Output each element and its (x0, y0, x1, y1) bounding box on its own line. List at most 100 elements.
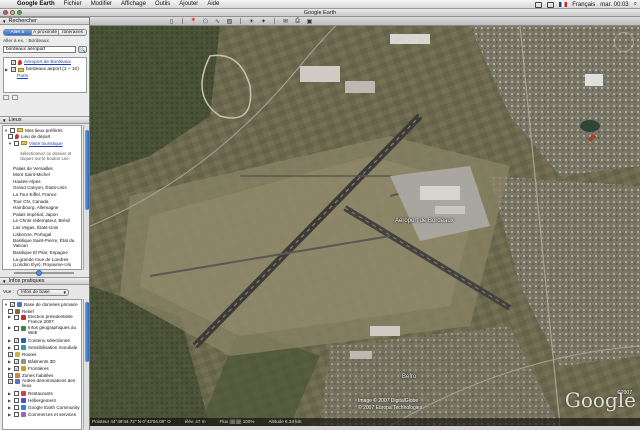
places-item[interactable]: Grand Canyon, États-Unis (4, 185, 80, 192)
expand-triangle-icon[interactable]: ▶ (5, 67, 9, 72)
result-row[interactable]: Paris (5, 73, 85, 80)
layer-label[interactable]: Infos géographiques du Web (28, 326, 80, 336)
layer-label[interactable]: Contenu sélectionné (28, 338, 70, 343)
places-panel-header[interactable]: ▼ Lieux (0, 116, 89, 124)
layer-checkbox[interactable]: ✓ (8, 379, 13, 384)
sun-icon[interactable]: ☀ (248, 18, 255, 25)
result-row[interactable]: ✓ Aéroport de Bordeaux (5, 59, 85, 66)
layers-scrollbar[interactable] (83, 299, 89, 430)
slider-knob[interactable] (36, 270, 42, 276)
layer-label[interactable]: Routes (22, 352, 37, 357)
layer-label[interactable]: Base de données primaire (24, 302, 78, 307)
print-icon[interactable]: ⎙ (294, 18, 301, 24)
layer-label[interactable]: Zones habitées (22, 373, 53, 378)
places-item[interactable]: Basilique El Pilar, Espagne (4, 249, 80, 256)
polygon-icon[interactable]: ⬠ (202, 18, 209, 25)
airport-label[interactable]: Aéroport de Bordeaux (395, 218, 454, 224)
menu-outils[interactable]: Outils (155, 1, 170, 7)
layer-checkbox[interactable] (14, 398, 19, 403)
layer-item[interactable]: ▶ Sensibilisation mondiale (4, 344, 80, 351)
menu-affichage[interactable]: Affichage (121, 1, 146, 7)
places-item[interactable]: Palais impérial, Japon (4, 211, 80, 218)
place-label[interactable]: Basilique El Pilar, Espagne (13, 250, 68, 255)
places-item[interactable]: Lisbonne, Portugal (4, 231, 80, 238)
battery-icon[interactable] (535, 1, 543, 8)
places-item[interactable]: La Tour Eiffel, France (4, 191, 80, 198)
search-input[interactable] (3, 46, 76, 53)
clear-results-button[interactable] (3, 95, 9, 100)
place-label[interactable]: Lisbonne, Portugal (13, 232, 51, 237)
layer-checkbox[interactable] (14, 391, 19, 396)
layer-item[interactable]: Relief (4, 308, 80, 315)
layer-checkbox[interactable] (14, 326, 19, 331)
places-item[interactable]: Mont Saint-Michel (4, 171, 80, 178)
layer-checkbox[interactable] (14, 315, 19, 320)
expand-triangle-icon[interactable]: ▼ (4, 128, 8, 133)
app-menu[interactable]: Google Earth (17, 1, 55, 7)
scrollbar-thumb[interactable] (85, 302, 89, 362)
expand-triangle-icon[interactable]: ▶ (8, 398, 12, 403)
flag-icon[interactable] (559, 2, 568, 7)
placemark-icon[interactable]: 📍 (190, 18, 197, 25)
tab-goto[interactable]: Aller à (4, 30, 32, 35)
place-label[interactable]: Le Christ rédempteur, Brésil (13, 218, 70, 223)
result-label[interactable]: Paris (17, 74, 28, 79)
collapse-triangle-icon[interactable]: ▼ (2, 279, 6, 284)
google-maps-icon[interactable]: ▣ (306, 18, 313, 25)
volume-icon[interactable] (547, 1, 555, 8)
result-label[interactable]: Aéroport de Bordeaux (24, 60, 71, 65)
layer-item[interactable]: ▶ Google Earth Community (4, 404, 80, 411)
layer-checkbox[interactable] (8, 309, 13, 314)
layer-label[interactable]: Autres dénominations des lieux (22, 379, 80, 389)
layer-checkbox[interactable]: ✓ (14, 338, 19, 343)
result-checkbox[interactable]: ✓ (11, 67, 16, 72)
places-item[interactable]: ▼ Mes lieux préférés (4, 127, 80, 134)
layer-label[interactable]: Élection présidentielle France 2007 (28, 315, 80, 325)
expand-triangle-icon[interactable]: ▼ (8, 141, 12, 146)
layer-label[interactable]: Relief (22, 309, 34, 314)
place-label[interactable]: Palais de Versailles (13, 166, 53, 171)
places-item[interactable]: La grande roue de Londres (London Eye), … (4, 256, 80, 268)
layer-checkbox[interactable] (14, 412, 19, 417)
place-label[interactable]: Palais impérial, Japon (13, 212, 58, 217)
menu-fichier[interactable]: Fichier (64, 1, 82, 7)
place-label[interactable]: Tour CN, Canada (13, 199, 49, 204)
place-label[interactable]: Mont Saint-Michel (13, 172, 50, 177)
place-label[interactable]: Mes lieux préférés (25, 128, 63, 133)
collapse-triangle-icon[interactable]: ▼ (2, 118, 6, 123)
sidebar-toggle-icon[interactable]: ▯ (168, 18, 175, 25)
layer-item[interactable]: ▶ Commerces et services (4, 411, 80, 418)
layer-label[interactable]: Frontières (28, 366, 49, 371)
email-icon[interactable]: ✉ (282, 18, 289, 25)
menu-ajouter[interactable]: Ajouter (179, 1, 198, 7)
layer-item[interactable]: ▶ Hébergement (4, 397, 80, 404)
result-row[interactable]: ▶ ✓ bordeaux airport (1 – 10) (5, 66, 85, 73)
place-label[interactable]: Lieu de départ (21, 134, 50, 139)
search-panel-header[interactable]: ▼ Rechercher (0, 17, 89, 25)
expand-triangle-icon[interactable]: ▶ (8, 405, 12, 410)
result-checkbox[interactable]: ✓ (11, 60, 16, 65)
layer-item[interactable]: ✓ Zones habitées (4, 372, 80, 379)
expand-triangle-icon[interactable]: ▼ (4, 302, 8, 307)
result-label[interactable]: bordeaux airport (1 – 10) (26, 67, 79, 72)
layer-checkbox[interactable]: ✓ (14, 366, 19, 371)
layer-label[interactable]: Restaurants (28, 391, 53, 396)
expand-triangle-icon[interactable]: ▶ (8, 359, 12, 364)
copy-results-button[interactable] (12, 95, 18, 100)
place-label[interactable]: Grand Canyon, États-Unis (13, 185, 67, 190)
layer-checkbox[interactable] (14, 345, 19, 350)
places-item[interactable]: Le Christ rédempteur, Brésil (4, 218, 80, 225)
expand-triangle-icon[interactable]: ▶ (8, 366, 12, 371)
input-language[interactable]: Français (572, 2, 595, 8)
places-item[interactable]: Hambourg, Allemagne (4, 204, 80, 211)
place-label[interactable]: La Tour Eiffel, France (13, 192, 57, 197)
places-item[interactable]: Hautes-Alpes (4, 178, 80, 185)
expand-triangle-icon[interactable]: ▶ (8, 338, 12, 343)
tab-nearby[interactable]: À proximité (31, 30, 60, 35)
expand-triangle-icon[interactable]: ▶ (8, 391, 12, 396)
places-item[interactable]: Lieu de départ (4, 134, 80, 141)
place-label[interactable]: Las Vegas, États-Unis (13, 225, 58, 230)
menu-modifier[interactable]: Modifier (91, 1, 112, 7)
layer-checkbox[interactable]: ✓ (8, 373, 13, 378)
search-button[interactable]: 🔍 (78, 46, 87, 53)
